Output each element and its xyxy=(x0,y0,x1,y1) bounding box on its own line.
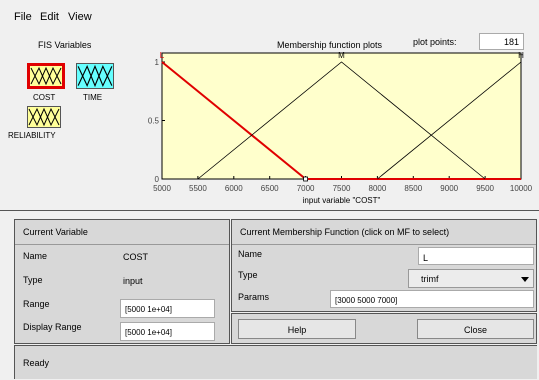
variable-type-value: input xyxy=(123,276,143,286)
mf-label-M: M xyxy=(338,51,345,60)
help-button[interactable]: Help xyxy=(238,319,356,339)
x-tick-label: 8000 xyxy=(369,184,387,193)
variable-range-label: Range xyxy=(23,299,50,309)
mf-params-label: Params xyxy=(238,292,270,302)
status-bar: Ready xyxy=(14,345,537,379)
x-tick-label: 9000 xyxy=(440,184,458,193)
membership-function-plot[interactable]: 5000 5500 6000 6500 7000 7500 8000 8500 9000 9500… xyxy=(0,0,539,215)
x-tick-label: 6000 xyxy=(225,184,243,193)
current-mf-panel: Current Membership Function (click on MF… xyxy=(231,219,537,312)
plot-area xyxy=(161,52,522,180)
mf-params-field[interactable]: [3000 5000 7000] xyxy=(330,290,534,308)
close-button[interactable]: Close xyxy=(417,319,534,339)
current-variable-title: Current Variable xyxy=(23,227,88,237)
mf-name-field[interactable]: L xyxy=(418,247,534,265)
x-tick-label: 9500 xyxy=(476,184,494,193)
chevron-down-icon xyxy=(521,277,529,282)
mf-label-H: H xyxy=(518,51,524,60)
x-tick-label: 5500 xyxy=(189,184,207,193)
current-mf-title: Current Membership Function (click on MF… xyxy=(240,227,450,237)
mf-type-dropdown[interactable]: trimf xyxy=(408,269,534,288)
mf-type-value: trimf xyxy=(421,274,439,284)
x-axis-label: input variable "COST" xyxy=(303,196,381,205)
mf-type-label: Type xyxy=(238,270,258,280)
current-variable-panel: Current Variable Name COST Type input Ra… xyxy=(14,219,230,344)
buttons-panel: Help Close xyxy=(231,313,537,344)
variable-type-label: Type xyxy=(23,275,43,285)
variable-name-value: COST xyxy=(123,252,149,262)
x-tick-label: 7000 xyxy=(297,184,315,193)
divider xyxy=(232,244,536,245)
variable-name-label: Name xyxy=(23,251,48,261)
x-tick-label: 10000 xyxy=(510,184,533,193)
status-text: Ready xyxy=(23,358,50,368)
display-range-field[interactable]: [5000 1e+04] xyxy=(120,322,215,341)
mf-name-label: Name xyxy=(238,249,263,259)
y-tick-label: 0 xyxy=(155,175,160,184)
divider xyxy=(15,244,229,245)
x-tick-label: 8500 xyxy=(404,184,422,193)
x-tick-label: 5000 xyxy=(153,184,171,193)
mf-label-L: L xyxy=(160,51,165,60)
x-tick-label: 7500 xyxy=(333,184,351,193)
y-tick-label: 0.5 xyxy=(148,117,160,126)
variable-range-field[interactable]: [5000 1e+04] xyxy=(120,299,215,318)
x-tick-label: 6500 xyxy=(261,184,279,193)
mf-vertex-handle xyxy=(303,176,309,182)
display-range-label: Display Range xyxy=(23,322,82,332)
